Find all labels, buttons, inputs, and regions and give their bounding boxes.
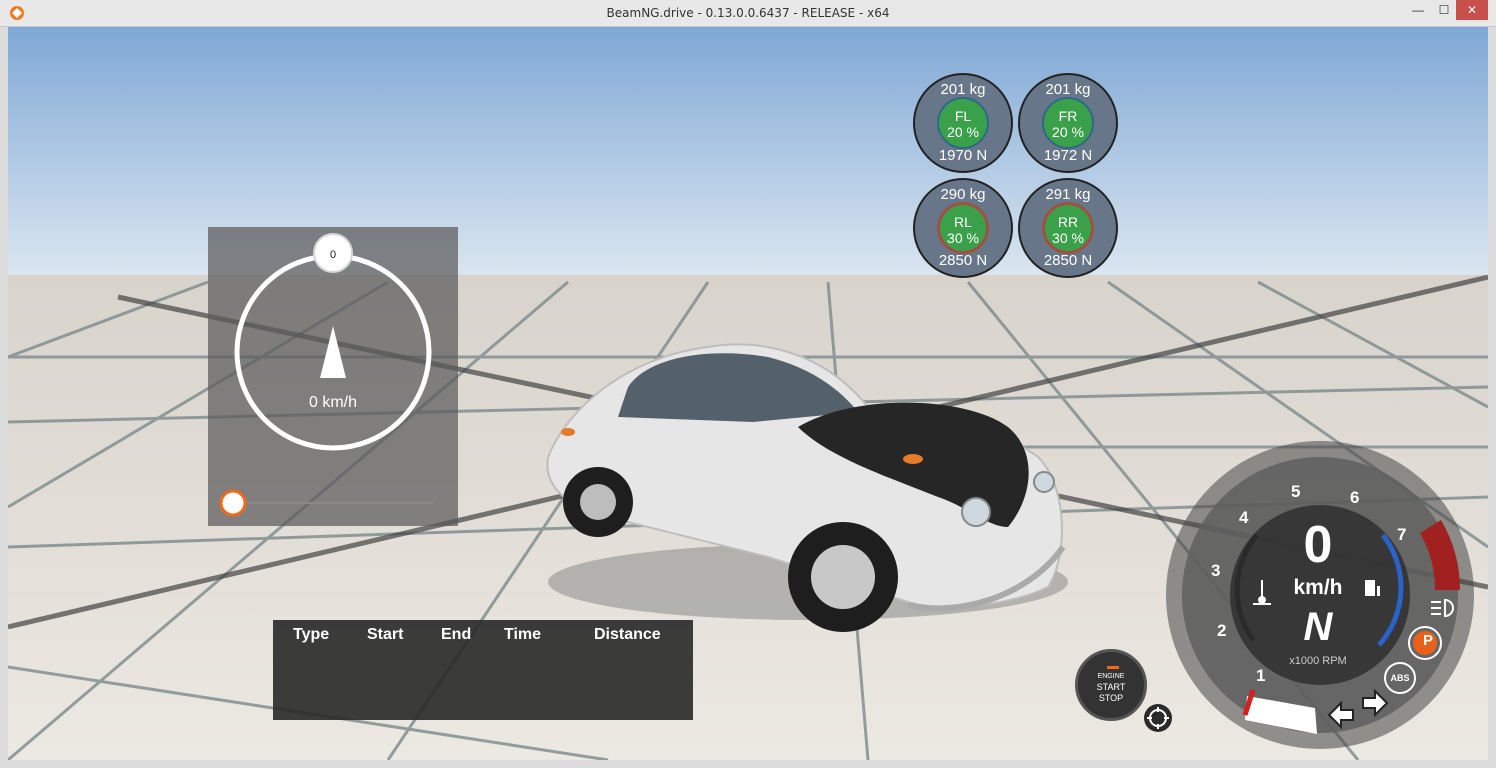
parking-brake-label: P [1422,632,1433,649]
heading-indicator: 0 [313,233,353,273]
column-header-start: Start [367,626,404,643]
wheel-label: RR [1057,214,1079,230]
wheel-load-indicator: RR 30 % [1042,202,1094,254]
wheel-label: RL [954,214,972,230]
window-titlebar: BeamNG.drive - 0.13.0.0.6437 - RELEASE -… [0,0,1496,27]
wheel-percent: 20 % [1052,124,1084,140]
rpm-unit-label: x1000 RPM [1289,655,1347,667]
maximize-button[interactable]: ☐ [1430,0,1458,20]
wheel-load-fr: 201 kg FR 20 % 1972 N [1018,73,1118,173]
wheel-load-indicator: RL 30 % [937,202,989,254]
radar-widget: 0 0 km/h [208,227,458,526]
rpm-tick-2: 2 [1217,621,1227,640]
start-stop-label-engine: ENGINE [1097,673,1125,680]
wheel-label: FR [1058,108,1078,124]
minimize-button[interactable]: — [1404,0,1432,20]
wheel-mass: 290 kg [940,186,986,203]
wheel-force: 2850 N [938,252,988,269]
wheel-mass: 201 kg [1045,81,1091,98]
column-header-end: End [441,626,472,643]
wheel-mass: 201 kg [940,81,986,98]
window-title: BeamNG.drive - 0.13.0.0.6437 - RELEASE -… [606,6,890,20]
rpm-tick-3: 3 [1211,561,1221,580]
rpm-tick-7: 7 [1397,525,1407,544]
engine-start-stop-button[interactable]: ENGINE START STOP [1075,649,1147,721]
wheel-force: 1972 N [1043,147,1093,164]
speed-unit: km/h [1293,576,1343,599]
rpm-tick-6: 6 [1350,488,1360,507]
timing-table: Type Start End Time Distance [273,620,693,720]
wheel-load-indicator: FL 20 % [937,97,989,149]
wheel-percent: 20 % [947,124,979,140]
wheel-label: FL [954,108,972,124]
rpm-tick-1: 1 [1256,666,1266,685]
wheel-load-indicator: FR 20 % [1042,97,1094,149]
column-header-distance: Distance [594,626,661,643]
column-header-type: Type [293,626,330,643]
wheel-load-fl: 201 kg FL 20 % 1970 N [913,73,1013,173]
heading-arrow-icon [320,326,346,378]
gear-indicator: N [1303,605,1333,649]
wheel-load-rr: 291 kg RR 30 % 2850 N [1018,178,1118,278]
start-stop-label-start: START [1096,682,1126,692]
slider-handle[interactable] [219,489,247,517]
wheel-percent: 30 % [1052,230,1084,246]
start-stop-label-stop: STOP [1098,693,1124,703]
wheel-force: 1970 N [938,147,988,164]
abs-label: ABS [1390,673,1410,683]
wheel-percent: 30 % [947,230,979,246]
rpm-tick-4: 4 [1239,508,1249,527]
wheel-load-rl: 290 kg RL 30 % 2850 N [913,178,1013,278]
close-button[interactable]: ✕ [1456,0,1488,20]
speed-readout: 0 [1303,516,1333,574]
wheel-mass: 291 kg [1045,186,1091,203]
column-header-time: Time [504,626,542,643]
rpm-tick-5: 5 [1291,482,1301,501]
engine-status-light [1107,666,1119,669]
radar-speed-readout: 0 km/h [308,394,357,411]
wheel-force: 2850 N [1043,252,1093,269]
